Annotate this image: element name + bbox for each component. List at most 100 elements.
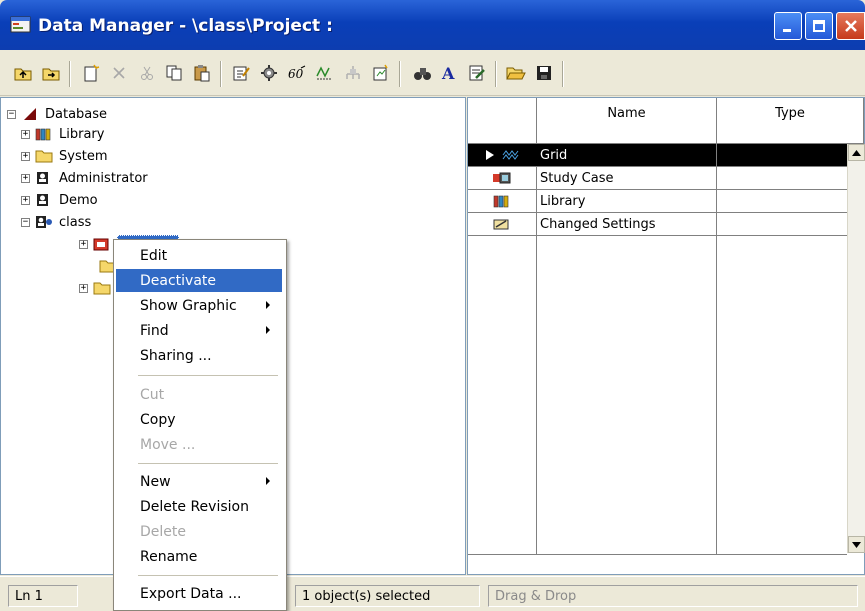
list-row[interactable]: Study Case <box>468 167 864 190</box>
folder-icon <box>93 281 111 295</box>
project-icon <box>93 237 111 251</box>
open-icon[interactable] <box>505 63 527 83</box>
menu-item-delete[interactable]: Delete <box>116 520 282 543</box>
row-type-cell[interactable] <box>717 213 847 236</box>
tree-item-database[interactable]: − Database <box>7 104 107 124</box>
menu-item-label: Show Graphic <box>140 297 237 314</box>
cut-icon[interactable] <box>136 63 158 83</box>
list-scrollbar[interactable] <box>847 144 865 553</box>
scroll-down-button[interactable] <box>848 536 865 553</box>
row-name-cell[interactable]: Grid <box>537 144 717 167</box>
window-title: Data Manager - \class\Project : <box>38 16 333 36</box>
menu-separator <box>138 375 278 376</box>
row-type-cell[interactable] <box>717 190 847 213</box>
svg-text:A: A <box>441 64 455 82</box>
menu-item-cut[interactable]: Cut <box>116 383 282 406</box>
menu-item-new[interactable]: New <box>116 470 282 493</box>
submenu-arrow-icon <box>266 477 270 485</box>
report-icon[interactable] <box>466 63 488 83</box>
new-project-icon[interactable] <box>370 63 392 83</box>
minimize-button[interactable] <box>774 12 802 40</box>
row-icon-cell <box>468 144 537 167</box>
tree-item-administrator[interactable]: + Administrator <box>21 168 148 188</box>
menu-item-copy[interactable]: Copy <box>116 408 282 431</box>
filter-icon[interactable] <box>314 63 336 83</box>
menu-item-label: New <box>140 473 171 490</box>
expand-icon[interactable]: + <box>79 283 88 293</box>
tree-item-label: System <box>59 148 108 164</box>
minimize-icon <box>783 29 791 32</box>
expand-icon[interactable]: + <box>21 173 30 183</box>
variable-icon[interactable]: 60 <box>286 63 308 83</box>
tree-item-folder[interactable]: + <box>79 278 117 298</box>
study-case-icon <box>493 172 511 184</box>
folder-icon <box>35 149 53 163</box>
row-type-cell[interactable] <box>717 144 847 167</box>
maximize-button[interactable] <box>805 12 833 40</box>
svg-text:60: 60 <box>288 67 304 81</box>
user-icon <box>35 171 53 185</box>
scroll-up-button[interactable] <box>848 144 865 161</box>
tree-item-label: Demo <box>59 192 98 208</box>
tree-item-library[interactable]: + Library <box>21 124 104 144</box>
tree-item-demo[interactable]: + Demo <box>21 190 98 210</box>
open-folder-icon[interactable] <box>40 63 62 83</box>
row-name-cell[interactable]: Changed Settings <box>537 213 717 236</box>
library-icon <box>493 195 509 208</box>
current-row-indicator-icon <box>485 150 494 160</box>
menu-item-show-graphic[interactable]: Show Graphic <box>116 294 282 317</box>
context-menu[interactable]: Edit Deactivate Show Graphic Find Sharin… <box>113 239 287 611</box>
edit-icon[interactable] <box>230 63 252 83</box>
paste-icon[interactable] <box>191 63 213 83</box>
list-row[interactable]: Changed Settings <box>468 213 864 236</box>
tree-item-label: class <box>59 214 92 230</box>
expand-icon[interactable]: + <box>21 195 30 205</box>
scroll-up-arrow-icon <box>852 149 861 156</box>
menu-item-delete-revision[interactable]: Delete Revision <box>116 495 282 518</box>
font-icon[interactable]: A <box>438 63 460 83</box>
menu-item-sharing[interactable]: Sharing ... <box>116 344 282 367</box>
expand-icon[interactable]: + <box>79 239 88 249</box>
toolbar: 60 A <box>0 50 865 96</box>
object-list[interactable]: Name Type Grid Study Case Library Change… <box>467 97 865 575</box>
menu-item-deactivate[interactable]: Deactivate <box>116 269 282 292</box>
list-row[interactable]: Library <box>468 190 864 213</box>
copy-icon[interactable] <box>163 63 185 83</box>
expand-icon[interactable]: + <box>21 129 30 139</box>
tree-item-class[interactable]: − class <box>21 212 91 232</box>
expand-icon[interactable]: + <box>21 151 30 161</box>
row-name-cell[interactable]: Library <box>537 190 717 213</box>
column-header-type[interactable]: Type <box>717 98 864 144</box>
user-icon <box>35 193 53 207</box>
tree-item-label: Library <box>59 126 105 142</box>
collapse-icon[interactable]: − <box>7 109 16 119</box>
row-name-cell[interactable]: Study Case <box>537 167 717 190</box>
status-line: Ln 1 <box>8 585 78 607</box>
menu-item-move[interactable]: Move ... <box>116 433 282 456</box>
column-header-icon[interactable] <box>468 98 537 144</box>
collapse-icon[interactable]: − <box>21 217 30 227</box>
delete-icon[interactable] <box>108 63 130 83</box>
close-button[interactable] <box>836 12 865 40</box>
menu-item-edit[interactable]: Edit <box>116 244 282 267</box>
save-icon[interactable] <box>533 63 555 83</box>
row-type-cell[interactable] <box>717 167 847 190</box>
menu-item-export-data[interactable]: Export Data ... <box>116 582 282 605</box>
settings-icon[interactable] <box>258 63 280 83</box>
new-object-icon[interactable] <box>80 63 102 83</box>
column-header-name[interactable]: Name <box>537 98 717 144</box>
find-icon[interactable] <box>412 63 434 83</box>
tree-item-system[interactable]: + System <box>21 146 107 166</box>
database-icon <box>21 107 39 121</box>
title-bar[interactable]: Data Manager - \class\Project : <box>0 0 865 50</box>
list-row[interactable]: Grid <box>468 144 864 167</box>
tree-item-label: Database <box>45 106 108 122</box>
user-icon <box>35 215 53 229</box>
data-manager-app-icon <box>10 15 32 35</box>
scroll-down-arrow-icon <box>852 541 861 548</box>
menu-item-find[interactable]: Find <box>116 319 282 342</box>
menu-item-label: Find <box>140 322 169 339</box>
menu-item-rename[interactable]: Rename <box>116 545 282 568</box>
network-icon[interactable] <box>342 63 364 83</box>
up-level-icon[interactable] <box>12 63 34 83</box>
